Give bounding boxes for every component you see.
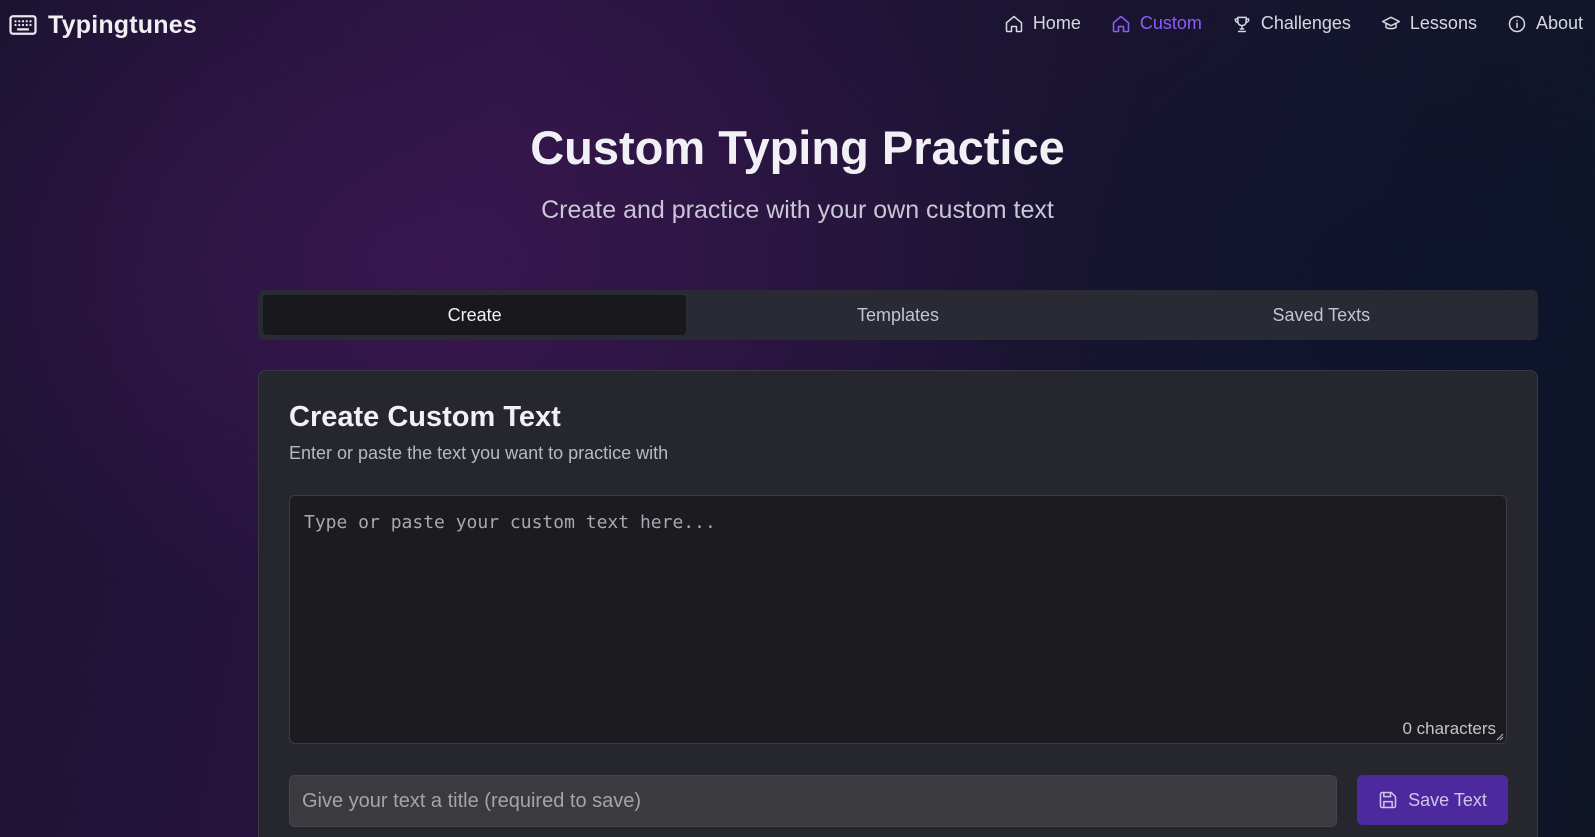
home-icon xyxy=(1112,15,1130,32)
brand-name: Typingtunes xyxy=(48,10,197,39)
tab-templates[interactable]: Templates xyxy=(686,295,1109,335)
save-button-label: Save Text xyxy=(1408,789,1487,810)
nav-item-about[interactable]: About xyxy=(1507,13,1583,34)
text-title-input[interactable] xyxy=(289,775,1337,827)
keyboard-icon xyxy=(9,15,37,35)
resize-handle-icon[interactable] xyxy=(1496,733,1504,741)
info-icon xyxy=(1508,15,1526,32)
brand[interactable]: Typingtunes xyxy=(8,10,197,40)
create-custom-text-card: Create Custom Text Enter or paste the te… xyxy=(258,370,1538,837)
nav-item-custom[interactable]: Custom xyxy=(1111,13,1202,34)
save-text-button[interactable]: Save Text xyxy=(1357,775,1508,825)
nav-label-home: Home xyxy=(1032,13,1081,33)
trophy-icon xyxy=(1234,16,1250,32)
tab-bar: Create Templates Saved Texts xyxy=(258,290,1538,340)
nav-item-challenges[interactable]: Challenges xyxy=(1232,13,1351,34)
nav-item-home[interactable]: Home xyxy=(1004,13,1081,34)
tab-create[interactable]: Create xyxy=(263,295,687,335)
character-count: 0 characters xyxy=(1402,719,1496,738)
card-title: Create Custom Text xyxy=(289,401,561,433)
custom-text-input[interactable] xyxy=(290,496,1506,743)
card-description: Enter or paste the text you want to prac… xyxy=(289,443,669,463)
nav-item-lessons[interactable]: Lessons xyxy=(1381,13,1477,34)
tab-saved-texts[interactable]: Saved Texts xyxy=(1110,295,1533,335)
nav-label-about: About xyxy=(1535,13,1583,33)
graduation-cap-icon xyxy=(1381,16,1400,29)
page-title: Custom Typing Practice xyxy=(530,121,1065,174)
nav-label-challenges: Challenges xyxy=(1260,13,1351,33)
page-subtitle: Create and practice with your own custom… xyxy=(541,196,1054,224)
save-icon xyxy=(1379,791,1397,809)
home-icon xyxy=(1005,15,1023,32)
custom-text-area-container: 0 characters xyxy=(289,495,1507,744)
main-nav: Home Custom Challenges Lessons About xyxy=(1004,13,1583,34)
nav-label-custom: Custom xyxy=(1139,13,1202,33)
top-navbar: Typingtunes Home Custom Challenges Lesso… xyxy=(0,0,1595,52)
nav-label-lessons: Lessons xyxy=(1409,13,1477,33)
